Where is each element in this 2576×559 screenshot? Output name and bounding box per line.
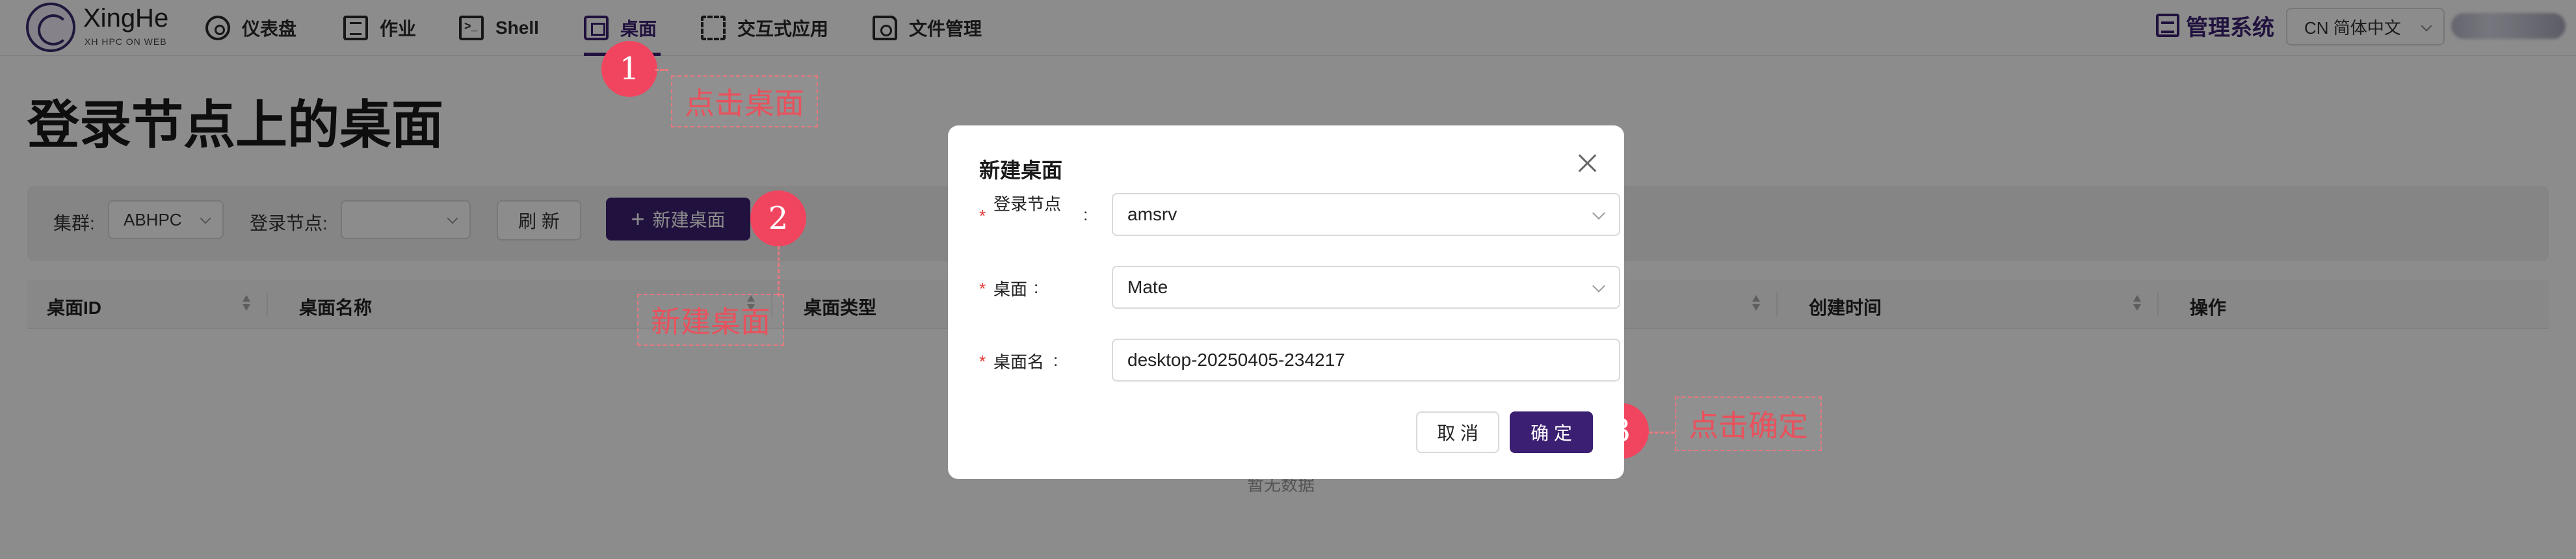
cancel-button[interactable]: 取 消: [1416, 411, 1499, 453]
form-row-desktop-name: * 桌面名 : desktop-20250405-234217: [979, 339, 1620, 382]
form-row-login-node: * 登录节点 : amsrv: [979, 193, 1620, 236]
annotation-click-desktop: 点击桌面: [671, 75, 818, 127]
login-node-select-value: amsrv: [1127, 204, 1177, 224]
label-colon: :: [1053, 350, 1058, 370]
dialog-title: 新建桌面: [979, 159, 1063, 182]
step-badge-2: 2: [750, 190, 806, 246]
annotation-leader-line: [655, 69, 668, 71]
chevron-down-icon: [1592, 280, 1605, 292]
required-mark: *: [979, 352, 986, 371]
login-node-field-label: 登录节点: [993, 194, 1062, 214]
annotation-click-confirm: 点击确定: [1675, 396, 1822, 451]
step-badge-1: 1: [601, 41, 657, 97]
desktop-name-field-label: 桌面名: [993, 352, 1045, 372]
label-colon: :: [1034, 278, 1039, 297]
form-row-desktop: * 桌面 : Mate: [979, 266, 1620, 309]
desktop-type-select[interactable]: Mate: [1112, 266, 1620, 309]
login-node-select[interactable]: amsrv: [1112, 193, 1620, 236]
desktop-field-label: 桌面: [993, 280, 1028, 299]
close-icon[interactable]: [1576, 151, 1598, 174]
desktop-name-value: desktop-20250405-234217: [1127, 350, 1345, 370]
desktop-name-input[interactable]: desktop-20250405-234217: [1112, 339, 1620, 382]
required-mark: *: [979, 279, 986, 298]
annotation-leader-line: [1649, 432, 1675, 434]
desktop-type-value: Mate: [1127, 277, 1168, 297]
chevron-down-icon: [1592, 207, 1605, 220]
confirm-button[interactable]: 确 定: [1510, 411, 1593, 453]
label-colon: :: [1083, 205, 1088, 224]
required-mark: *: [979, 206, 986, 226]
annotation-new-desktop: 新建桌面: [637, 294, 784, 346]
new-desktop-dialog: 新建桌面 * 登录节点 : amsrv * 桌面 : Mate * 桌面名 : …: [948, 125, 1624, 479]
annotation-leader-line: [778, 246, 780, 296]
